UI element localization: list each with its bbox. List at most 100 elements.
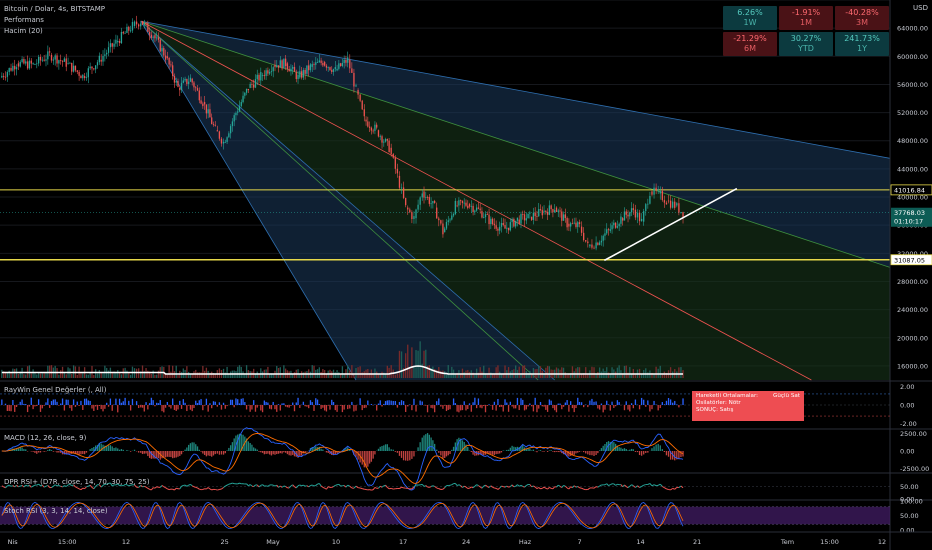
volume-bar — [587, 374, 589, 378]
candle-body — [304, 69, 306, 74]
candle-body — [115, 39, 117, 44]
raywin-bar — [629, 405, 631, 412]
macd-pane-label[interactable]: MACD (12, 26, close, 9) — [4, 434, 86, 442]
raywin-bar — [577, 397, 579, 405]
candle-body — [597, 242, 599, 245]
macd-hist-bar — [220, 451, 223, 455]
candle-body — [355, 85, 357, 87]
macd-hist-bar — [43, 451, 45, 452]
chart-canvas[interactable]: USD16000.0020000.0024000.0028000.0032000… — [0, 0, 932, 550]
volume-bar — [17, 373, 20, 378]
dpr-segment — [239, 482, 242, 485]
volume-bar — [493, 374, 496, 378]
raywin-bar — [297, 397, 299, 405]
macd-hist-bar — [428, 434, 430, 451]
volume-bar — [522, 365, 524, 378]
macd-hist-bar — [216, 451, 218, 454]
candle-body — [306, 65, 308, 74]
volume-bar — [640, 374, 643, 378]
macd-hist-bar — [172, 451, 174, 459]
raywin-bar — [180, 405, 183, 409]
raywin-bar — [131, 398, 134, 405]
candle-body — [488, 214, 490, 225]
volume-bar — [154, 374, 156, 378]
raywin-bar — [135, 401, 138, 405]
macd-hist-bar — [357, 451, 359, 460]
raywin-bar — [196, 403, 199, 405]
dpr-rsi-pane-label[interactable]: DPR RSI+ (D7R, close, 14, 70, 30, 75, 25… — [4, 478, 150, 486]
candle-body — [74, 65, 77, 71]
candle-body — [483, 217, 485, 218]
macd-hist-bar — [218, 451, 221, 455]
raywin-bar — [318, 403, 320, 405]
macd-hist-bar — [283, 451, 285, 453]
indicator-volume-label[interactable]: Hacim (20) — [4, 26, 43, 36]
candle-body — [15, 67, 18, 70]
macd-tick-label: 2500.00 — [900, 430, 927, 438]
volume-bar — [311, 365, 313, 378]
macd-hist-bar — [507, 449, 510, 451]
macd-hist-bar — [147, 451, 149, 457]
indicator-performance-label[interactable]: Performans — [4, 15, 44, 25]
dpr-segment — [333, 484, 336, 487]
candle-body — [614, 222, 617, 228]
candle-body — [500, 223, 503, 227]
raywin-bar — [661, 402, 663, 405]
candle-body — [290, 68, 292, 72]
performance-value: -21.29% — [733, 34, 767, 43]
raywin-bar — [676, 404, 678, 405]
dpr-segment — [474, 484, 477, 487]
macd-hist-bar — [506, 449, 508, 451]
candle-body — [585, 240, 587, 242]
dpr-segment — [442, 487, 446, 490]
candle-body — [578, 222, 581, 224]
raywin-pane-label[interactable]: RayWin Genel Değerler (, All) — [4, 386, 106, 394]
volume-bar — [432, 366, 434, 378]
volume-bar — [283, 365, 285, 378]
dpr-segment — [633, 485, 636, 488]
raywin-bar — [587, 405, 589, 408]
price-tick-label: 48000.00 — [897, 137, 928, 145]
dpr-segment — [641, 484, 644, 487]
dpr-segment — [524, 485, 527, 488]
dpr-segment — [144, 485, 147, 488]
raywin-bar — [497, 398, 499, 405]
dpr-segment — [353, 485, 357, 489]
macd-hist-bar — [530, 450, 533, 451]
raywin-ma-value: Güçlü Sat — [772, 393, 800, 399]
performance-cell-1w: 6.26% 1W — [723, 6, 777, 30]
macd-hist-bar — [161, 451, 163, 459]
candle-body — [461, 200, 464, 203]
candle-body — [595, 242, 597, 249]
macd-tick-label: 0.00 — [900, 448, 914, 456]
candle-body — [166, 56, 169, 58]
candle-body — [529, 212, 531, 214]
candle-body — [374, 124, 376, 131]
candle-body — [571, 223, 574, 225]
dpr-segment — [399, 486, 402, 489]
candle-body — [300, 71, 303, 78]
raywin-bar — [238, 403, 241, 405]
candle-body — [143, 22, 145, 25]
volume-bar — [50, 365, 53, 378]
dpr-segment — [680, 485, 684, 489]
macd-hist-bar — [363, 451, 365, 468]
candle-body — [52, 59, 55, 61]
candle-body — [237, 111, 239, 113]
raywin-bar — [237, 399, 239, 405]
raywin-bar — [578, 401, 581, 405]
raywin-bar — [235, 398, 237, 405]
candle-body — [47, 51, 49, 60]
dpr-segment — [670, 487, 673, 491]
stoch-rsi-pane-label[interactable]: Stoch RSI (3, 3, 14, 14, close) — [4, 507, 108, 515]
macd-hist-bar — [249, 443, 251, 451]
dpr-segment — [538, 487, 541, 490]
dpr-segment — [75, 486, 78, 489]
macd-hist-bar — [198, 449, 200, 451]
candle-body — [602, 235, 604, 241]
volume-bar — [28, 365, 31, 378]
candle-body — [323, 61, 326, 66]
raywin-bar — [156, 402, 158, 405]
raywin-bar — [585, 404, 587, 405]
macd-hist-bar — [170, 451, 172, 458]
